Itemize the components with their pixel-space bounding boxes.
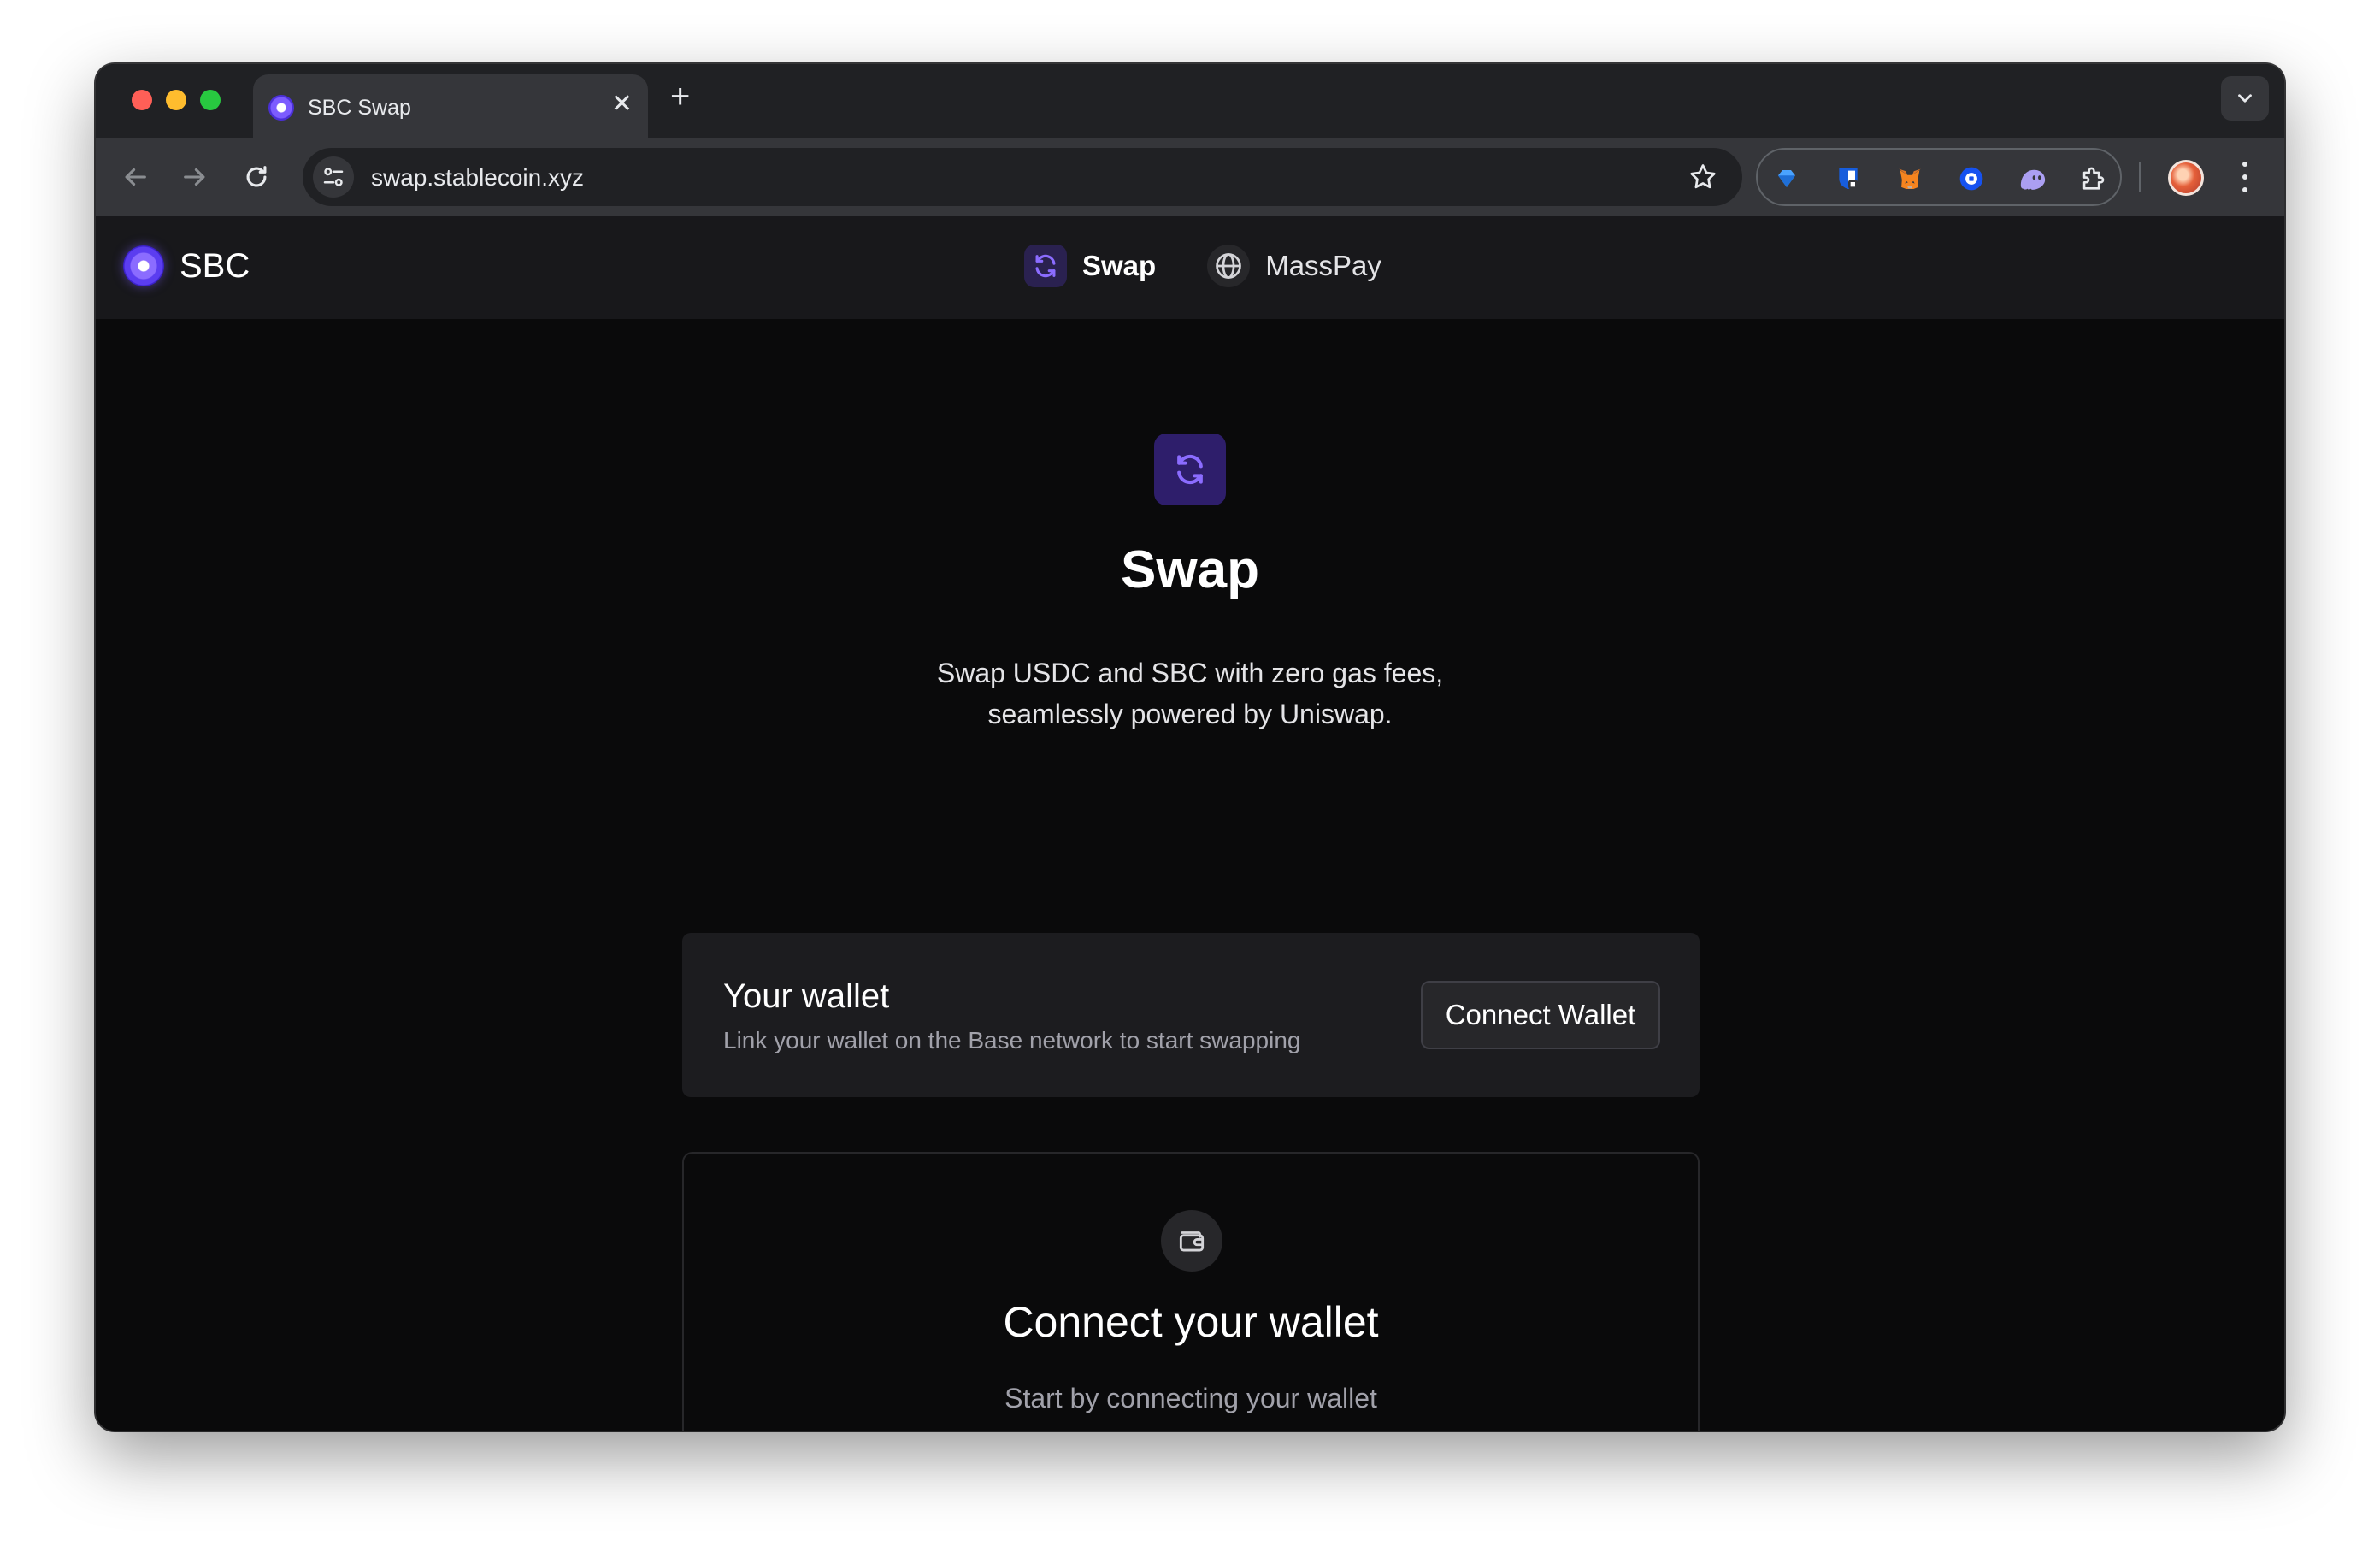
gem-extension-icon[interactable]: [1770, 162, 1804, 196]
brand-name: SBC: [180, 246, 250, 285]
bookmark-star-button[interactable]: [1688, 162, 1718, 197]
reload-button[interactable]: [236, 156, 277, 198]
nav-item-swap[interactable]: Swap: [1024, 242, 1156, 290]
connect-panel-title: Connect your wallet: [1003, 1298, 1379, 1346]
minimize-window-button[interactable]: [166, 90, 186, 110]
wallet-card-title: Your wallet: [723, 977, 890, 1015]
page-subtitle: Swap USDC and SBC with zero gas fees, se…: [96, 652, 2284, 735]
bitwarden-icon[interactable]: [1831, 162, 1865, 196]
app-header: SBC Swap MassPay: [96, 216, 2284, 319]
new-tab-button[interactable]: +: [670, 80, 690, 114]
browser-window: SBC Swap ✕ + swap.stablecoin.xyz SBC Swa…: [96, 64, 2284, 1431]
star-icon: [1690, 164, 1716, 189]
browser-toolbar: swap.stablecoin.xyz: [96, 138, 2284, 216]
chevron-down-icon: [2238, 94, 2252, 103]
page-subtitle-line-2: seamlessly powered by Uniswap.: [987, 699, 1393, 729]
wallet-card-description: Link your wallet on the Base network to …: [723, 1027, 1301, 1053]
swap-arrows-icon: [1024, 245, 1067, 287]
forward-button[interactable]: [174, 156, 215, 198]
phantom-icon[interactable]: [2016, 162, 2050, 196]
coinbase-wallet-icon[interactable]: [1954, 162, 1988, 196]
toolbar-divider: [2139, 162, 2141, 192]
nav-item-masspay[interactable]: MassPay: [1207, 242, 1381, 290]
wallet-icon: [1161, 1210, 1222, 1272]
arrow-right-icon: [184, 168, 205, 186]
reload-icon: [246, 166, 267, 187]
sbc-favicon-icon: [268, 95, 294, 121]
main-nav: Swap MassPay: [1024, 242, 1381, 290]
connect-wallet-panel: Connect your wallet Start by connecting …: [682, 1152, 1700, 1431]
page-subtitle-line-1: Swap USDC and SBC with zero gas fees,: [936, 658, 1444, 688]
nav-label-masspay: MassPay: [1265, 250, 1381, 281]
metamask-icon[interactable]: [1893, 162, 1927, 196]
your-wallet-card: Your wallet Link your wallet on the Base…: [682, 933, 1700, 1097]
site-info-button[interactable]: [313, 156, 354, 198]
browser-menu-icon[interactable]: [2235, 158, 2255, 196]
maximize-window-button[interactable]: [200, 90, 221, 110]
tab-close-icon[interactable]: ✕: [611, 91, 633, 117]
hero-swap-icon: [1154, 434, 1226, 505]
main-content: Swap Swap USDC and SBC with zero gas fee…: [96, 319, 2284, 1431]
profile-avatar[interactable]: [2168, 160, 2204, 196]
close-window-button[interactable]: [132, 90, 152, 110]
tab-strip: SBC Swap ✕ +: [96, 64, 2284, 138]
puzzle-extensions-icon[interactable]: [2076, 162, 2110, 196]
tune-icon: [323, 168, 344, 186]
url-text: swap.stablecoin.xyz: [371, 164, 585, 191]
tab-search-button[interactable]: [2221, 76, 2269, 121]
address-bar[interactable]: swap.stablecoin.xyz: [303, 148, 1742, 206]
back-button[interactable]: [115, 156, 156, 198]
tab-title: SBC Swap: [308, 96, 411, 120]
connect-panel-subtitle: Start by connecting your wallet: [1004, 1383, 1377, 1413]
sbc-logo-icon: [123, 245, 164, 286]
extensions-group: [1756, 148, 2122, 206]
browser-tab-active[interactable]: SBC Swap ✕: [253, 74, 648, 138]
nav-label-swap: Swap: [1082, 250, 1157, 281]
page-title: Swap: [1121, 540, 1259, 599]
connect-wallet-button[interactable]: Connect Wallet: [1421, 981, 1660, 1049]
globe-icon: [1207, 245, 1251, 287]
arrow-left-icon: [125, 168, 146, 186]
brand[interactable]: SBC: [123, 245, 250, 286]
